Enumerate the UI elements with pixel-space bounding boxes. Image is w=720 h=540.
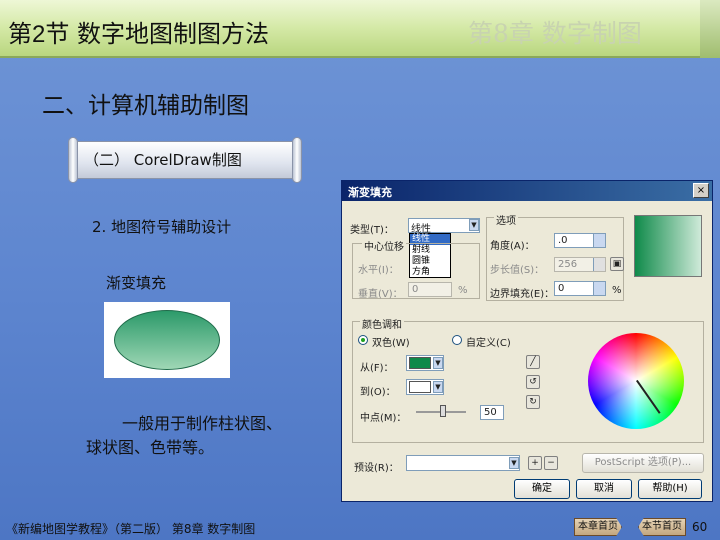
vertical-input[interactable]: 0: [408, 282, 452, 297]
horizontal-label: 水平(I)：: [358, 265, 399, 276]
chevron-down-icon: ▼: [433, 381, 443, 393]
type-select[interactable]: 线性 ▼: [408, 218, 480, 235]
gradient-preview: [634, 215, 702, 277]
midpoint-slider-thumb[interactable]: [440, 405, 446, 417]
edge-fill-label: 边界填充(E)：: [490, 289, 555, 300]
from-label: 从(F)：: [360, 363, 394, 374]
help-button[interactable]: 帮助(H): [638, 479, 702, 499]
midpoint-input[interactable]: 50: [480, 405, 504, 420]
chapter-home-button[interactable]: 本章首页: [574, 518, 622, 536]
steps-label: 步长值(S)：: [490, 265, 545, 276]
description-line1: 一般用于制作柱状图、: [122, 414, 283, 433]
chevron-down-icon: ▼: [469, 219, 479, 231]
chevron-down-icon: ▼: [509, 457, 519, 469]
description-line2: 球状图、色带等。: [86, 438, 215, 457]
topic-label: 渐变填充: [106, 274, 167, 292]
steps-input[interactable]: 256: [554, 257, 606, 272]
page-heading: 二、计算机辅助制图: [42, 93, 249, 119]
title-bar-edge: [700, 0, 720, 58]
color-wheel[interactable]: [588, 333, 684, 429]
chapter-title: 第8章 数字制图: [468, 19, 642, 48]
edge-fill-input[interactable]: 0: [554, 281, 606, 296]
preset-select[interactable]: ▼: [406, 455, 520, 471]
ok-button[interactable]: 确定: [514, 479, 570, 499]
custom-radio[interactable]: [452, 335, 462, 345]
page-number: 60: [692, 520, 708, 534]
add-preset-icon[interactable]: +: [528, 456, 542, 470]
two-color-radio[interactable]: [358, 335, 368, 345]
angle-input[interactable]: .0: [554, 233, 606, 248]
edge-percent-label: %: [612, 285, 622, 296]
lock-icon[interactable]: ▣: [610, 257, 624, 271]
type-label: 类型(T)：: [350, 225, 394, 236]
percent-label: %: [458, 285, 468, 296]
close-icon[interactable]: ×: [693, 183, 709, 198]
counter-clockwise-icon[interactable]: ↺: [526, 375, 540, 389]
two-color-label: 双色(W): [372, 338, 410, 349]
cancel-button[interactable]: 取消: [576, 479, 632, 499]
midpoint-label: 中点(M)：: [360, 413, 407, 424]
section-home-button[interactable]: 本节首页: [638, 518, 686, 536]
angle-label: 角度(A)：: [490, 241, 535, 252]
preset-label: 预设(R)：: [354, 463, 399, 474]
title-bar: 第2节 数字地图制图方法 第8章 数字制图: [0, 0, 700, 58]
to-label: 到(O)：: [360, 387, 396, 398]
remove-preset-icon[interactable]: −: [544, 456, 558, 470]
chevron-down-icon: ▼: [433, 357, 443, 369]
footer-book-title: 《新编地图学教程》（第二版） 第8章 数字制图: [6, 522, 256, 536]
dialog-title-bar: 渐变填充 ×: [342, 181, 712, 201]
section-title: 第2节 数字地图制图方法: [8, 20, 269, 48]
scroll-label: （二） CorelDraw制图: [84, 151, 242, 169]
gradient-fill-dialog: 渐变填充 × 类型(T)： 线性 ▼ 线性 射线 圆锥 方角 中心位移 水平(I…: [341, 180, 713, 502]
from-color-picker[interactable]: ▼: [406, 355, 444, 371]
to-color-picker[interactable]: ▼: [406, 379, 444, 395]
custom-label: 自定义(C): [466, 338, 511, 349]
postscript-options-button[interactable]: PostScript 选项(P)...: [582, 453, 704, 473]
center-offset-title: 中心位移: [362, 238, 406, 253]
vertical-label: 垂直(V)：: [358, 289, 403, 300]
straight-line-icon[interactable]: ╱: [526, 355, 540, 369]
gradient-ellipse-sample: [104, 302, 230, 378]
subheading: 2. 地图符号辅助设计: [92, 218, 232, 236]
dialog-title: 渐变填充: [348, 186, 392, 199]
clockwise-icon[interactable]: ↻: [526, 395, 540, 409]
scroll-banner: （二） CorelDraw制图: [68, 137, 302, 183]
options-title: 选项: [494, 212, 518, 227]
color-blend-title: 颜色调和: [360, 316, 404, 331]
